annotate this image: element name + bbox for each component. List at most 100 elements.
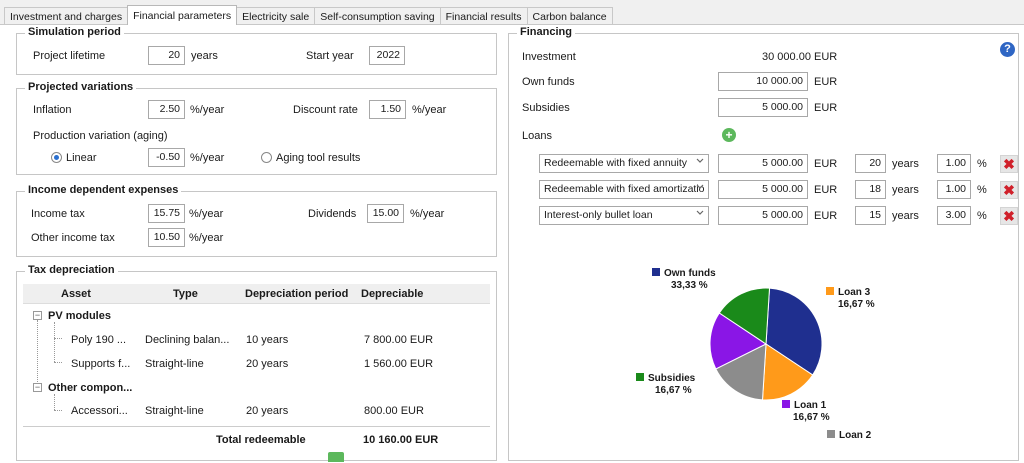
income-tax-input[interactable]: 15.75 <box>148 204 185 223</box>
discount-rate-unit: %/year <box>412 104 447 116</box>
subsidies-input[interactable]: 5 000.00 <box>718 98 808 117</box>
legend-swatch-loan-1 <box>782 400 790 408</box>
tab-investment-and-charges[interactable]: Investment and charges <box>4 7 129 25</box>
column-header-asset[interactable]: Asset <box>61 288 91 300</box>
column-header-type[interactable]: Type <box>173 288 198 300</box>
table-divider <box>23 426 490 427</box>
subsidies-label: Subsidies <box>522 102 570 114</box>
start-year-input[interactable]: 2022 <box>369 46 405 65</box>
projected-variations-group: Projected variations Inflation 2.50 %/ye… <box>16 81 497 175</box>
delete-loan-icon[interactable]: ✖ <box>1000 181 1018 199</box>
legend-loan-2: Loan 2 <box>827 430 871 441</box>
financing-group: Financing ? Investment 30 000.00 EUR Own… <box>508 26 1019 461</box>
loan-rate-input[interactable]: 1.00 <box>937 180 971 199</box>
collapse-icon[interactable]: − <box>33 383 42 392</box>
inflation-unit: %/year <box>190 104 225 116</box>
projected-variations-title: Projected variations <box>25 81 137 93</box>
total-redeemable-label: Total redeemable <box>216 434 306 446</box>
investment-currency: EUR <box>814 51 838 63</box>
loan-amount-currency: EUR <box>814 210 838 222</box>
linear-variation-input[interactable]: -0.50 <box>148 148 185 167</box>
tab-bar: Investment and charges Financial paramet… <box>4 5 613 25</box>
discount-rate-label: Discount rate <box>293 104 358 116</box>
financing-pie-chart <box>709 287 823 401</box>
tree-group-other-components[interactable]: Other compon... <box>48 382 132 394</box>
investment-label: Investment <box>522 51 576 63</box>
loan-years-unit: years <box>892 210 919 222</box>
legend-own-funds-percent: 33,33 % <box>671 280 708 291</box>
loan-amount-input[interactable]: 5 000.00 <box>718 154 808 173</box>
dividends-unit: %/year <box>410 208 445 220</box>
loan-type-select[interactable]: Redeemable with fixed amortizatio <box>539 180 709 199</box>
project-lifetime-label: Project lifetime <box>33 50 106 62</box>
add-loan-icon[interactable]: + <box>722 128 736 142</box>
own-funds-label: Own funds <box>522 76 575 88</box>
discount-rate-input[interactable]: 1.50 <box>369 100 406 119</box>
column-header-period[interactable]: Depreciation period <box>245 288 348 300</box>
delete-loan-icon[interactable]: ✖ <box>1000 155 1018 173</box>
legend-swatch-loan-3 <box>826 287 834 295</box>
legend-loan-1: Loan 1 <box>782 400 826 411</box>
column-header-depreciable[interactable]: Depreciable <box>361 288 423 300</box>
loan-rate-input[interactable]: 3.00 <box>937 206 971 225</box>
loan-amount-input[interactable]: 5 000.00 <box>718 180 808 199</box>
table-row-asset[interactable]: Supports f... <box>71 358 130 370</box>
legend-loan-3-percent: 16,67 % <box>838 299 875 310</box>
inflation-input[interactable]: 2.50 <box>148 100 185 119</box>
other-income-tax-unit: %/year <box>189 232 224 244</box>
loan-rate-unit: % <box>977 184 987 196</box>
table-row-asset[interactable]: Poly 190 ... <box>71 334 126 346</box>
dividends-label: Dividends <box>308 208 357 220</box>
tab-financial-parameters[interactable]: Financial parameters <box>127 5 238 25</box>
tree-group-pv-modules[interactable]: PV modules <box>48 310 111 322</box>
subsidies-currency: EUR <box>814 102 838 114</box>
financial-parameters-panel: Simulation period Project lifetime 20 ye… <box>0 25 1024 463</box>
legend-own-funds: Own funds <box>652 268 716 279</box>
loan-amount-currency: EUR <box>814 184 838 196</box>
loan-type-select[interactable]: Interest-only bullet loan <box>539 206 709 225</box>
simulation-period-group: Simulation period Project lifetime 20 ye… <box>16 26 497 75</box>
loan-rate-unit: % <box>977 210 987 222</box>
tree-connector <box>54 410 62 411</box>
tab-carbon-balance[interactable]: Carbon balance <box>526 7 613 25</box>
income-expenses-group: Income dependent expenses Income tax 15.… <box>16 184 497 257</box>
chevron-down-icon <box>696 210 704 215</box>
table-row-type: Straight-line <box>145 405 204 417</box>
tab-financial-results[interactable]: Financial results <box>439 7 528 25</box>
aging-tool-radio[interactable] <box>261 152 272 163</box>
simulation-period-title: Simulation period <box>25 26 124 38</box>
income-tax-label: Income tax <box>31 208 85 220</box>
loan-years-input[interactable]: 20 <box>855 154 886 173</box>
financing-title: Financing <box>517 26 575 38</box>
legend-swatch-loan-2 <box>827 430 835 438</box>
tree-connector <box>54 338 62 339</box>
loan-amount-input[interactable]: 5 000.00 <box>718 206 808 225</box>
loan-years-input[interactable]: 18 <box>855 180 886 199</box>
loan-rate-unit: % <box>977 158 987 170</box>
project-lifetime-input[interactable]: 20 <box>148 46 185 65</box>
legend-loan-1-percent: 16,67 % <box>793 412 830 423</box>
other-income-tax-label: Other income tax <box>31 232 115 244</box>
dividends-input[interactable]: 15.00 <box>367 204 404 223</box>
legend-subsidies: Subsidies <box>636 373 695 384</box>
table-row-type: Declining balan... <box>145 334 230 346</box>
tab-electricity-sale[interactable]: Electricity sale <box>236 7 316 25</box>
other-income-tax-input[interactable]: 10.50 <box>148 228 185 247</box>
tree-connector <box>54 322 55 362</box>
table-row-asset[interactable]: Accessori... <box>71 405 128 417</box>
tab-self-consumption-saving[interactable]: Self-consumption saving <box>314 7 441 25</box>
legend-swatch-own-funds <box>652 268 660 276</box>
legend-subsidies-percent: 16,67 % <box>655 385 692 396</box>
collapse-icon[interactable]: − <box>33 311 42 320</box>
help-icon[interactable]: ? <box>1000 42 1015 57</box>
income-tax-unit: %/year <box>189 208 224 220</box>
table-row-period: 20 years <box>246 358 289 370</box>
own-funds-input[interactable]: 10 000.00 <box>718 72 808 91</box>
linear-radio[interactable] <box>51 152 62 163</box>
production-variation-label: Production variation (aging) <box>33 130 168 142</box>
loan-rate-input[interactable]: 1.00 <box>937 154 971 173</box>
loan-years-unit: years <box>892 158 919 170</box>
loan-years-input[interactable]: 15 <box>855 206 886 225</box>
delete-loan-icon[interactable]: ✖ <box>1000 207 1018 225</box>
loan-type-select[interactable]: Redeemable with fixed annuity <box>539 154 709 173</box>
